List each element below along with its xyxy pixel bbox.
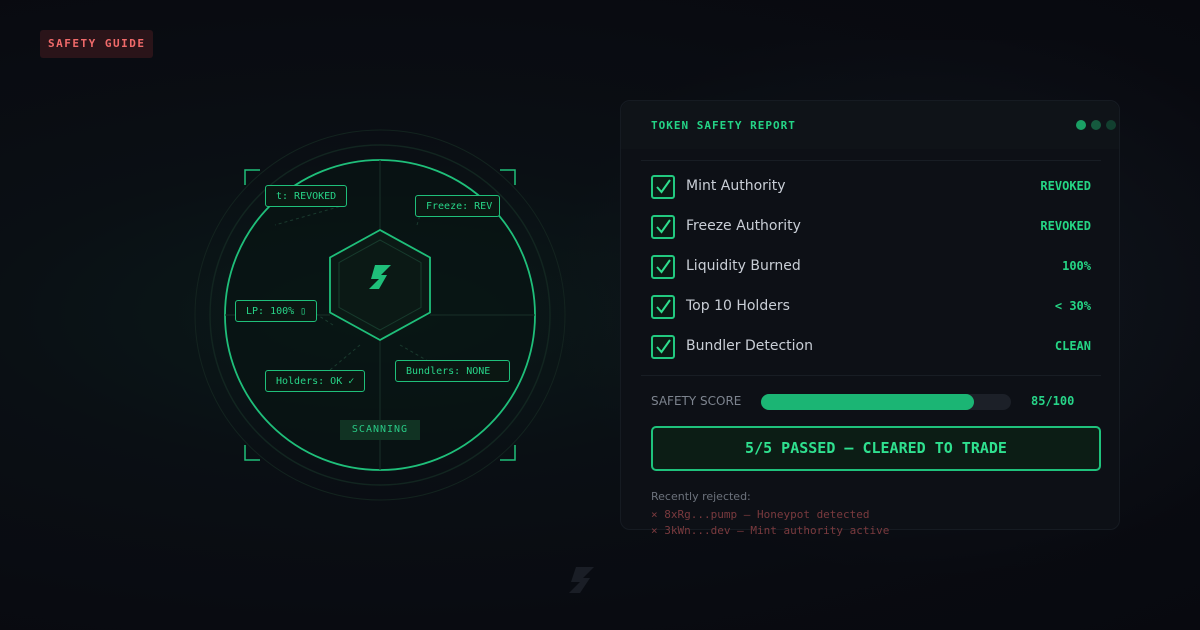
safety-guide-tag: SAFETY GUIDE [40, 30, 154, 58]
chip-mint: t: REVOKED [265, 185, 348, 207]
divider [641, 375, 1101, 376]
check-icon [651, 255, 675, 279]
token-safety-report-panel: TOKEN SAFETY REPORT Mint Authority REVOK… [620, 100, 1120, 537]
safety-score-bar [761, 394, 1011, 410]
check-label: Freeze Authority [686, 218, 801, 234]
chip-bundlers: Bundlers: NONE [395, 360, 510, 382]
check-label: Top 10 Holders [686, 298, 790, 314]
check-row: Top 10 Holders < 30% [651, 295, 1091, 319]
check-value: REVOKED [1040, 219, 1091, 233]
recently-rejected-title: Recently rejected: [651, 490, 751, 503]
check-row: Mint Authority REVOKED [651, 175, 1091, 199]
panel-header: TOKEN SAFETY REPORT [621, 101, 1119, 149]
check-value: CLEAN [1054, 339, 1091, 353]
check-label: Liquidity Burned [686, 258, 801, 274]
check-row: Liquidity Burned 100% [651, 255, 1091, 279]
check-icon [651, 335, 675, 359]
check-row: Bundler Detection CLEAN [651, 335, 1091, 359]
window-dot-3 [1106, 120, 1116, 130]
chip-holders: Holders: OK ✓ [265, 370, 366, 392]
s-bolt-watermark-icon [569, 567, 594, 593]
check-icon [651, 295, 675, 319]
check-icon [651, 215, 675, 239]
check-value: 100% [1062, 259, 1091, 273]
chip-freeze: Freeze: REV [415, 195, 500, 217]
cleared-to-trade-banner: 5/5 PASSED — CLEARED TO TRADE [651, 426, 1101, 471]
safety-score-label: SAFETY SCORE [651, 394, 742, 408]
window-dot-1 [1076, 120, 1086, 130]
s-bolt-logo-icon [369, 265, 391, 289]
chip-lp: LP: 100% ▯ [235, 300, 318, 322]
rejected-item: × 3kWn...dev — Mint authority active [651, 524, 890, 537]
panel-title: TOKEN SAFETY REPORT [651, 119, 796, 132]
check-value: < 30% [1054, 299, 1091, 313]
check-icon [651, 175, 675, 199]
window-dot-2 [1091, 120, 1101, 130]
check-row: Freeze Authority REVOKED [651, 215, 1091, 239]
check-label: Bundler Detection [686, 338, 813, 354]
rejected-item: × 8xRg...pump — Honeypot detected [651, 508, 870, 521]
divider [641, 160, 1101, 161]
check-value: REVOKED [1040, 179, 1091, 193]
safety-score-fill [761, 394, 974, 410]
scanning-status: SCANNING [340, 420, 420, 440]
safety-score-value: 85/100 [1031, 394, 1075, 408]
check-label: Mint Authority [686, 178, 786, 194]
